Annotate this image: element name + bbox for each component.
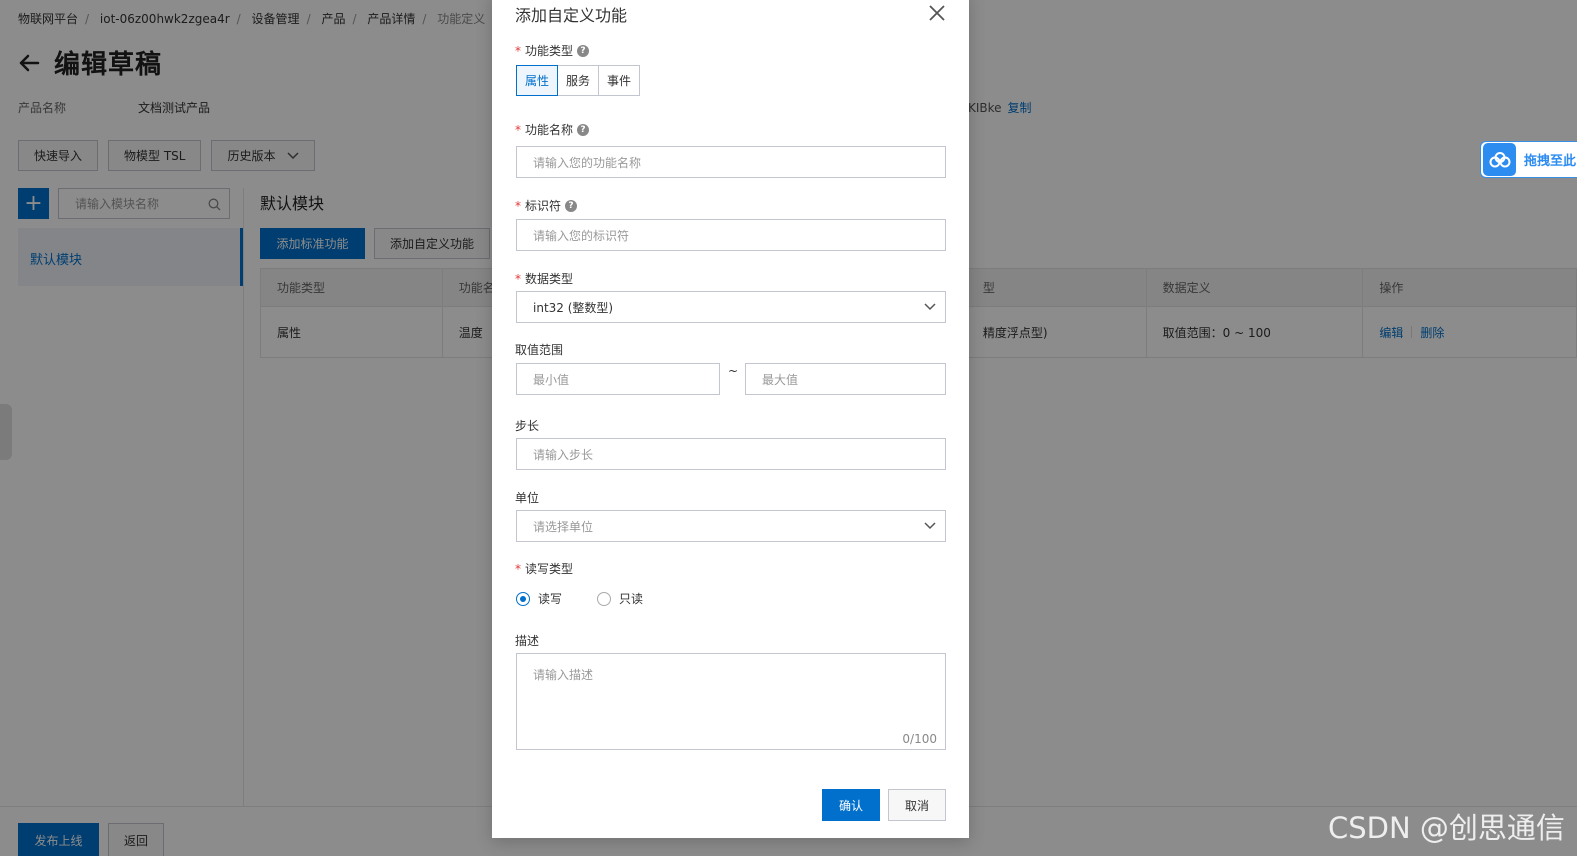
feature-type-selector: 属性 服务 事件 <box>516 65 641 96</box>
unit-label: 单位 <box>515 489 539 506</box>
data-type-value: int32 (整数型) <box>533 300 614 315</box>
range-separator: ~ <box>728 364 739 378</box>
identifier-placeholder: 请输入您的标识符 <box>533 228 630 243</box>
feature-type-option-property[interactable]: 属性 <box>516 65 559 96</box>
feature-name-input[interactable]: 请输入您的功能名称 <box>516 146 946 178</box>
feature-name-label: * 功能名称? <box>515 121 590 138</box>
dialog-title: 添加自定义功能 <box>515 6 628 25</box>
feature-type-option-event[interactable]: 事件 <box>598 65 641 96</box>
identifier-text: 标识符 <box>525 199 562 213</box>
description-placeholder: 请输入描述 <box>533 668 594 682</box>
rw-type-text: 读写类型 <box>525 562 574 576</box>
feature-type-label: * 功能类型? <box>515 42 590 59</box>
rw-option-label: 只读 <box>619 592 644 606</box>
range-label: 取值范围 <box>515 341 563 358</box>
data-type-label: * 数据类型 <box>515 270 573 287</box>
help-icon[interactable]: ? <box>577 44 590 57</box>
rw-type-radio-group: 读写 只读 <box>516 590 678 607</box>
unit-placeholder: 请选择单位 <box>533 519 594 534</box>
description-textarea[interactable]: 请输入描述 0/100 <box>516 653 946 750</box>
cloud-icon <box>1483 143 1516 176</box>
required-mark: * <box>515 198 521 213</box>
chevron-down-icon <box>924 303 936 311</box>
unit-select[interactable]: 请选择单位 <box>516 510 946 542</box>
unit-text: 单位 <box>515 491 540 505</box>
radio-unchecked-icon <box>597 591 612 606</box>
drag-upload-label: 拖拽至此 <box>1524 154 1577 169</box>
rw-option-label: 读写 <box>538 592 563 606</box>
range-max-placeholder: 最大值 <box>762 372 799 387</box>
drag-upload-widget[interactable]: 拖拽至此 <box>1480 141 1577 178</box>
cancel-label: 取消 <box>904 798 929 813</box>
identifier-label: * 标识符? <box>515 197 578 214</box>
required-mark: * <box>515 43 521 58</box>
required-mark: * <box>515 561 521 576</box>
required-mark: * <box>515 122 521 137</box>
description-text: 描述 <box>515 634 540 648</box>
data-type-text: 数据类型 <box>525 272 574 286</box>
required-mark: * <box>515 271 521 286</box>
help-icon[interactable]: ? <box>565 199 578 212</box>
range-max-input[interactable]: 最大值 <box>745 363 946 395</box>
chevron-down-icon <box>924 522 936 530</box>
rw-type-label: * 读写类型 <box>515 560 573 577</box>
step-text: 步长 <box>515 419 540 433</box>
help-icon[interactable]: ? <box>577 123 590 136</box>
range-min-input[interactable]: 最小值 <box>516 363 720 395</box>
range-text: 取值范围 <box>515 343 564 357</box>
radio-checked-icon <box>516 591 530 606</box>
step-label: 步长 <box>515 417 539 434</box>
feature-type-text: 功能类型 <box>525 44 574 58</box>
confirm-label: 确认 <box>838 798 863 813</box>
data-type-select[interactable]: int32 (整数型) <box>516 291 946 323</box>
cancel-button[interactable]: 取消 <box>888 789 946 821</box>
feature-name-placeholder: 请输入您的功能名称 <box>533 155 642 170</box>
add-custom-feature-dialog: 添加自定义功能 * 功能类型? 属性 服务 事件 * 功能名称? 请输入您的功能名称… <box>492 0 969 838</box>
range-min-placeholder: 最小值 <box>533 372 570 387</box>
identifier-input[interactable]: 请输入您的标识符 <box>516 219 946 251</box>
feature-name-text: 功能名称 <box>525 123 574 137</box>
rw-option-read-only[interactable]: 只读 <box>597 590 643 607</box>
confirm-button[interactable]: 确认 <box>822 789 880 821</box>
close-icon[interactable] <box>928 4 946 22</box>
step-placeholder: 请输入步长 <box>533 447 594 462</box>
step-input[interactable]: 请输入步长 <box>516 438 946 470</box>
feature-type-option-service[interactable]: 服务 <box>557 65 600 96</box>
watermark: CSDN @创思通信 <box>1328 811 1565 845</box>
description-label: 描述 <box>515 632 539 649</box>
char-counter: 0/100 <box>902 732 937 746</box>
rw-option-read-write[interactable]: 读写 <box>516 590 562 607</box>
